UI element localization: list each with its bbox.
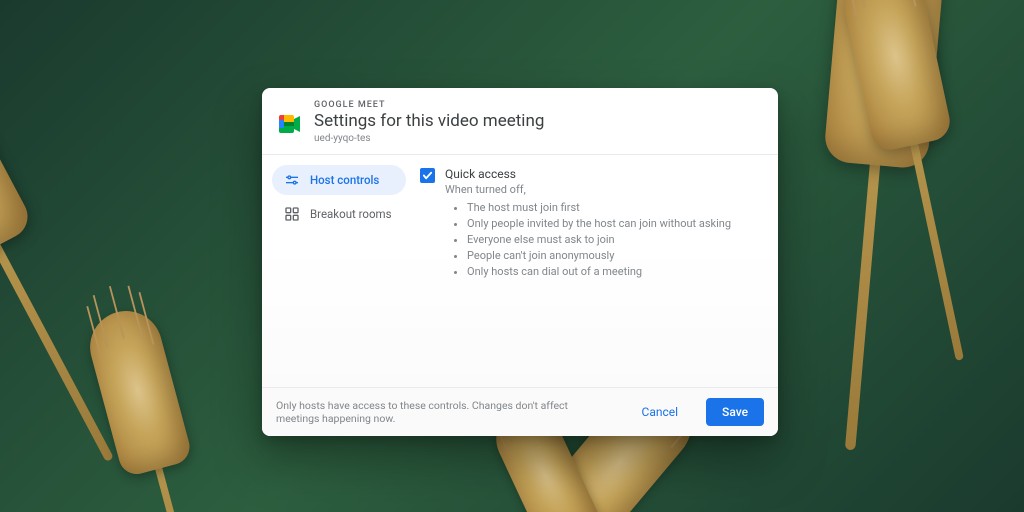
quick-access-title: Quick access: [445, 167, 760, 181]
sidebar-item-host-controls[interactable]: Host controls: [272, 165, 406, 195]
quick-access-intro: When turned off,: [445, 183, 760, 196]
sidebar-item-label: Breakout rooms: [310, 207, 392, 221]
list-item: People can't join anonymously: [467, 248, 760, 264]
host-controls-icon: [284, 172, 300, 188]
sidebar-item-label: Host controls: [310, 173, 379, 187]
breakout-rooms-icon: [284, 206, 300, 222]
dialog-title: Settings for this video meeting: [314, 110, 544, 132]
check-icon: [422, 170, 433, 181]
list-item: Everyone else must ask to join: [467, 232, 760, 248]
quick-access-points: The host must join first Only people inv…: [445, 200, 760, 280]
meeting-code: ued-yyqo-tes: [314, 133, 544, 144]
brand-label: GOOGLE MEET: [314, 100, 544, 110]
list-item: The host must join first: [467, 200, 760, 216]
dialog-header: GOOGLE MEET Settings for this video meet…: [262, 88, 778, 155]
footer-note: Only hosts have access to these controls…: [276, 399, 614, 425]
google-meet-icon: [278, 114, 302, 134]
sidebar: Host controls Breakout rooms: [262, 155, 412, 387]
content-pane: Quick access When turned off, The host m…: [412, 155, 778, 387]
list-item: Only hosts can dial out of a meeting: [467, 264, 760, 280]
list-item: Only people invited by the host can join…: [467, 216, 760, 232]
quick-access-checkbox[interactable]: [420, 168, 435, 183]
save-button[interactable]: Save: [706, 398, 764, 426]
dialog-footer: Only hosts have access to these controls…: [262, 387, 778, 436]
settings-dialog: GOOGLE MEET Settings for this video meet…: [262, 88, 778, 436]
sidebar-item-breakout-rooms[interactable]: Breakout rooms: [272, 199, 406, 229]
dialog-body: Host controls Breakout rooms Quick acces…: [262, 155, 778, 387]
quick-access-description: Quick access When turned off, The host m…: [445, 167, 760, 280]
cancel-button[interactable]: Cancel: [626, 398, 695, 426]
